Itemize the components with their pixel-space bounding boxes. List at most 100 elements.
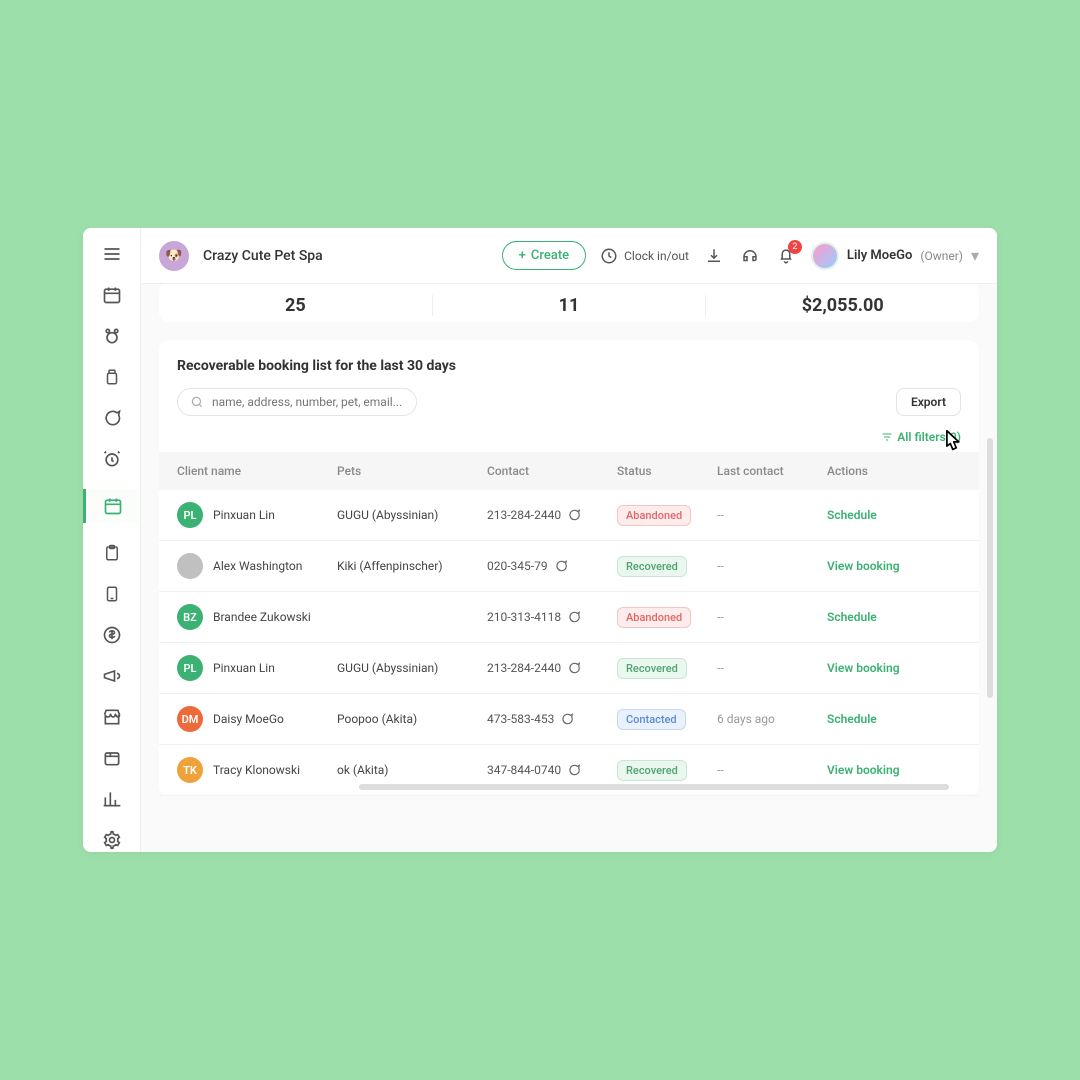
export-button[interactable]: Export xyxy=(896,388,961,416)
user-name: Lily MoeGo xyxy=(847,248,912,263)
client-avatar: DM xyxy=(177,706,203,732)
message-icon[interactable] xyxy=(567,661,581,675)
table-row: Alex Washington Kiki (Affenpinscher) 020… xyxy=(159,541,979,592)
message-icon[interactable] xyxy=(567,508,581,522)
plus-icon: + xyxy=(519,248,526,263)
horizontal-scrollbar[interactable] xyxy=(359,784,949,790)
create-button[interactable]: +Create xyxy=(502,241,586,270)
client-name: Tracy Klonowski xyxy=(213,763,300,777)
pets-cell: Poopoo (Akita) xyxy=(337,712,487,726)
pets-cell: GUGU (Abyssinian) xyxy=(337,508,487,522)
status-badge: Abandoned xyxy=(617,607,691,628)
message-icon[interactable] xyxy=(567,763,581,777)
lastcontact-cell: -- xyxy=(717,559,827,573)
settings-icon[interactable] xyxy=(100,829,124,852)
pets-cell: GUGU (Abyssinian) xyxy=(337,661,487,675)
sidebar xyxy=(83,228,141,852)
lastcontact-cell: -- xyxy=(717,661,827,675)
products-icon[interactable] xyxy=(100,365,124,388)
col-status: Status xyxy=(617,464,717,478)
alarm-icon[interactable] xyxy=(100,447,124,470)
booking-list-panel: Recoverable booking list for the last 30… xyxy=(159,340,979,796)
notification-badge: 2 xyxy=(788,240,802,254)
client-avatar: PL xyxy=(177,655,203,681)
message-icon[interactable] xyxy=(560,712,574,726)
user-menu[interactable]: Lily MoeGo (Owner) ▾ xyxy=(811,242,979,270)
stat-value-1: 25 xyxy=(159,295,433,316)
lastcontact-cell: -- xyxy=(717,610,827,624)
client-avatar: TK xyxy=(177,757,203,783)
client-cell: PL Pinxuan Lin xyxy=(177,655,337,681)
col-client: Client name xyxy=(177,464,337,478)
contact-cell: 020-345-79 xyxy=(487,559,617,573)
status-badge: Recovered xyxy=(617,658,687,679)
pets-cell: ok (Akita) xyxy=(337,763,487,777)
table-row: BZ Brandee Zukowski 210-313-4118 Abandon… xyxy=(159,592,979,643)
clipboard-icon[interactable] xyxy=(100,541,124,564)
chat-icon[interactable] xyxy=(100,406,124,429)
client-cell: TK Tracy Klonowski xyxy=(177,757,337,783)
row-action-link[interactable]: Schedule xyxy=(827,610,927,624)
status-badge: Recovered xyxy=(617,760,687,781)
client-name: Brandee Zukowski xyxy=(213,610,311,624)
message-icon[interactable] xyxy=(567,610,581,624)
row-action-link[interactable]: Schedule xyxy=(827,712,927,726)
calendar-icon[interactable] xyxy=(100,283,124,306)
status-cell: Abandoned xyxy=(617,505,717,526)
table-row: PL Pinxuan Lin GUGU (Abyssinian) 213-284… xyxy=(159,490,979,541)
device-icon[interactable] xyxy=(100,582,124,605)
business-logo: 🐶 xyxy=(159,241,189,271)
message-icon[interactable] xyxy=(554,559,568,573)
col-contact: Contact xyxy=(487,464,617,478)
stat-value-3: $2,055.00 xyxy=(706,295,979,316)
search-input[interactable] xyxy=(177,388,417,416)
business-name: Crazy Cute Pet Spa xyxy=(203,248,323,264)
table-row: PL Pinxuan Lin GUGU (Abyssinian) 213-284… xyxy=(159,643,979,694)
client-cell: DM Daisy MoeGo xyxy=(177,706,337,732)
pets-cell: Kiki (Affenpinscher) xyxy=(337,559,487,573)
content-scroll[interactable]: 25 11 $2,055.00 Recoverable booking list… xyxy=(141,284,997,852)
col-actions: Actions xyxy=(827,464,927,478)
lastcontact-cell: -- xyxy=(717,763,827,777)
bookings-icon[interactable] xyxy=(83,489,140,524)
status-cell: Recovered xyxy=(617,658,717,679)
filter-icon xyxy=(881,431,893,443)
hamburger-icon[interactable] xyxy=(100,242,124,265)
stats-card: 25 11 $2,055.00 xyxy=(159,284,979,322)
status-cell: Recovered xyxy=(617,556,717,577)
booking-table: Client name Pets Contact Status Last con… xyxy=(159,452,979,796)
clock-button[interactable]: Clock in/out xyxy=(600,245,689,267)
client-name: Pinxuan Lin xyxy=(213,508,275,522)
app-window: 🐶 Crazy Cute Pet Spa +Create Clock in/ou… xyxy=(83,228,997,852)
vertical-scrollbar[interactable] xyxy=(987,428,993,822)
dollar-icon[interactable] xyxy=(100,623,124,646)
row-action-link[interactable]: View booking xyxy=(827,559,927,573)
store-icon[interactable] xyxy=(100,706,124,729)
chevron-down-icon: ▾ xyxy=(971,246,979,265)
headset-icon[interactable] xyxy=(739,245,761,267)
status-cell: Recovered xyxy=(617,760,717,781)
row-action-link[interactable]: View booking xyxy=(827,763,927,777)
all-filters-button[interactable]: All filters(0) xyxy=(159,426,979,452)
megaphone-icon[interactable] xyxy=(100,664,124,687)
package-icon[interactable] xyxy=(100,747,124,770)
contact-cell: 473-583-453 xyxy=(487,712,617,726)
contact-cell: 213-284-2440 xyxy=(487,661,617,675)
contact-cell: 347-844-0740 xyxy=(487,763,617,777)
search-field[interactable] xyxy=(212,395,404,409)
pet-icon[interactable] xyxy=(100,324,124,347)
status-badge: Contacted xyxy=(617,709,686,730)
bell-icon[interactable]: 2 xyxy=(775,245,797,267)
table-header: Client name Pets Contact Status Last con… xyxy=(159,452,979,490)
row-action-link[interactable]: View booking xyxy=(827,661,927,675)
col-lastcontact: Last contact xyxy=(717,464,827,478)
status-cell: Abandoned xyxy=(617,607,717,628)
panel-title: Recoverable booking list for the last 30… xyxy=(159,358,979,388)
download-icon[interactable] xyxy=(703,245,725,267)
reports-icon[interactable] xyxy=(100,788,124,811)
contact-cell: 210-313-4118 xyxy=(487,610,617,624)
client-avatar: BZ xyxy=(177,604,203,630)
table-row: DM Daisy MoeGo Poopoo (Akita) 473-583-45… xyxy=(159,694,979,745)
client-cell: PL Pinxuan Lin xyxy=(177,502,337,528)
row-action-link[interactable]: Schedule xyxy=(827,508,927,522)
